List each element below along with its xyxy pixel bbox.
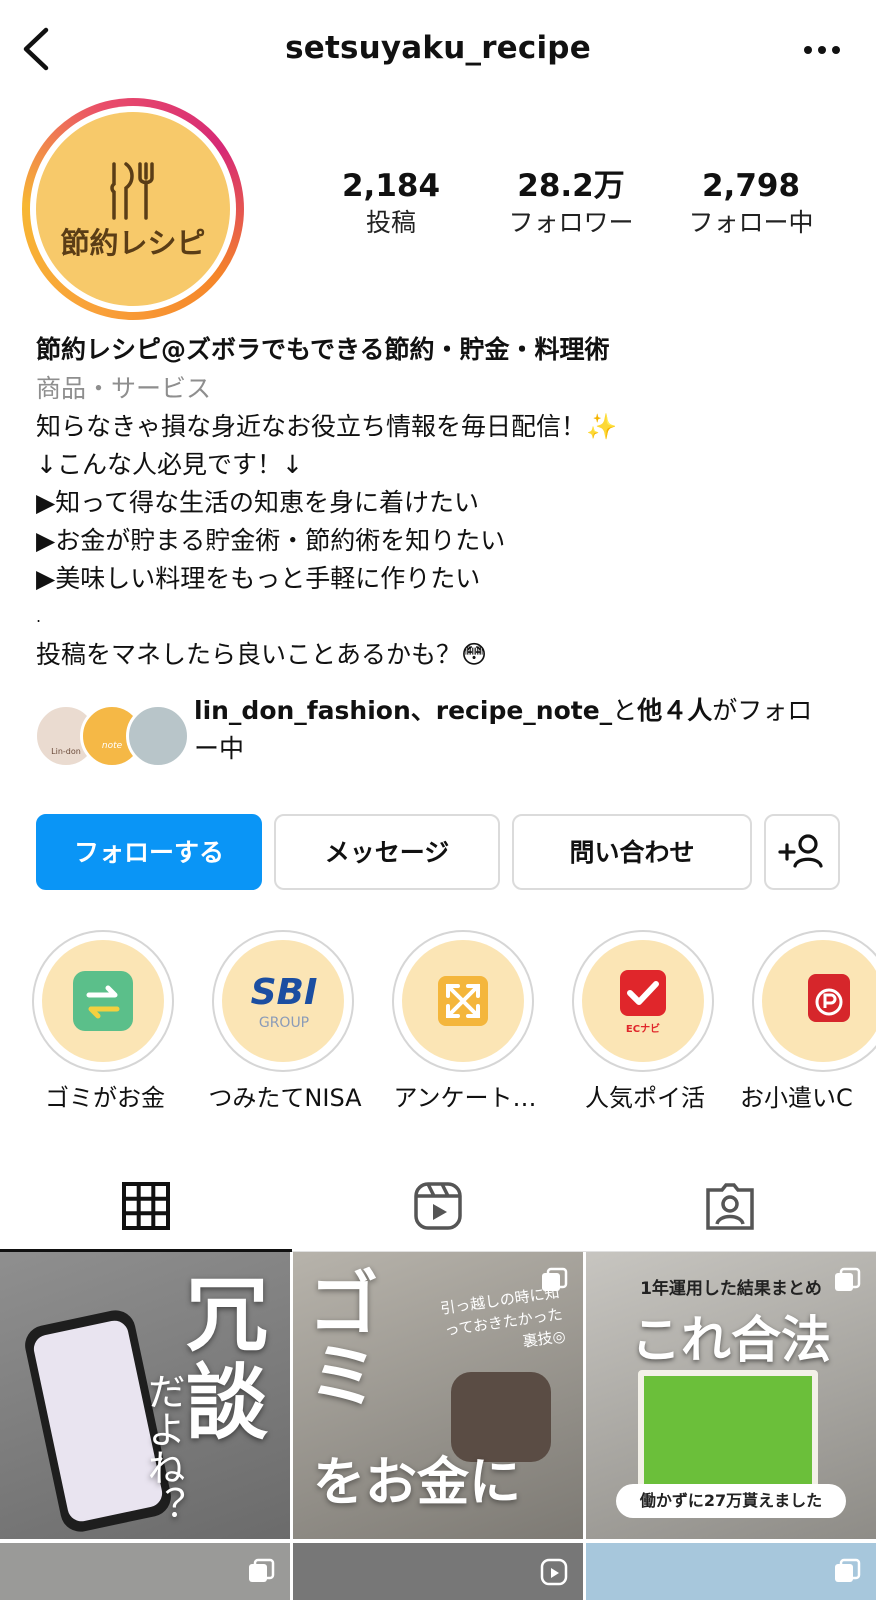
- shrink-arrows-icon: [438, 976, 488, 1026]
- highlight-label: お小遣いC: [740, 1084, 853, 1112]
- highlight-label: ゴミがお金: [45, 1084, 165, 1112]
- post-thumbnail[interactable]: ゴミ 引っ越しの時に知っておきたかった裏技◎ をお金に: [293, 1252, 583, 1539]
- post-thumbnail[interactable]: 冗談 だよね？: [0, 1252, 290, 1539]
- follow-button[interactable]: フォローする: [36, 814, 262, 890]
- highlight-label: 人気ポイ活: [585, 1084, 705, 1112]
- posts-count[interactable]: 2,184 投稿: [306, 166, 476, 240]
- carousel-icon: [835, 1267, 861, 1291]
- exchange-icon: [73, 971, 133, 1031]
- bio-line: .: [36, 607, 42, 626]
- avatar-label: 節約レシピ: [60, 226, 206, 260]
- profile-username: setsuyaku_recipe: [285, 30, 591, 66]
- profile-tabs: [0, 1160, 876, 1252]
- followed-by-names: lin_don_fashion、recipe_note_: [194, 696, 613, 725]
- post-thumbnail[interactable]: [293, 1543, 583, 1600]
- bio-line: ▶知って得な生活の知恵を身に着けたい: [36, 488, 479, 517]
- post-grid: 冗談 だよね？ ゴミ 引っ越しの時に知っておきたかった裏技◎ をお金に 1年運用…: [0, 1252, 876, 1600]
- grid-icon: [122, 1182, 170, 1230]
- stat-label: フォロー中: [688, 208, 814, 237]
- certificate-image: [638, 1370, 818, 1494]
- post-headline: ゴミ: [295, 1266, 379, 1410]
- highlight-label: アンケート…: [393, 1084, 537, 1112]
- add-person-icon: [778, 834, 823, 868]
- post-headline: 冗談: [186, 1268, 269, 1451]
- bio-line: ▶お金が貯まる貯金術・節約術を知りたい: [36, 526, 506, 555]
- following-count[interactable]: 2,798 フォロー中: [666, 166, 836, 240]
- follower-avatar: [126, 704, 190, 768]
- ecnavi-label: ECナビ: [625, 1024, 661, 1035]
- bio-line: 知らなきゃ損な身近なお役立ち情報を毎日配信！✨: [36, 412, 618, 441]
- followed-by-text: lin_don_fashion、recipe_note_と他４人がフォロー中: [194, 692, 834, 768]
- stat-value: 2,184: [341, 168, 441, 204]
- carousel-icon: [249, 1558, 275, 1582]
- message-button[interactable]: メッセージ: [274, 814, 500, 890]
- bio-line: 投稿をマネしたら良いことあるかも？😳: [36, 640, 488, 669]
- reels-icon: [414, 1182, 462, 1230]
- top-bar: setsuyaku_recipe: [0, 0, 876, 100]
- stat-value: 28.2万: [517, 168, 625, 204]
- utensils-icon: [110, 162, 154, 220]
- carousel-icon: [835, 1558, 861, 1582]
- tab-tagged[interactable]: [584, 1160, 876, 1252]
- post-thumbnail[interactable]: 1年運用した結果まとめ これ合法 働かずに27万貰えました: [586, 1252, 876, 1539]
- reel-badge-icon: [540, 1558, 568, 1586]
- checkmark-icon: [620, 970, 666, 1016]
- post-headline: これ合法: [631, 1311, 831, 1369]
- stat-label: フォロワー: [508, 208, 634, 237]
- points-p-icon: [808, 974, 850, 1022]
- followed-by-connector: と: [612, 696, 638, 725]
- bio-line: ↓こんな人必見です！↓: [36, 450, 303, 479]
- tab-posts-grid[interactable]: [0, 1160, 292, 1252]
- more-options-icon[interactable]: [802, 38, 842, 62]
- profile-avatar[interactable]: 節約レシピ: [22, 98, 244, 320]
- followers-count[interactable]: 28.2万 フォロワー: [486, 166, 656, 240]
- sbi-logo-text: SBI: [250, 972, 318, 1013]
- bio-display-name: 節約レシピ@ズボラでもできる節約・貯金・料理術: [36, 335, 610, 364]
- bio-category: 商品・サービス: [36, 374, 212, 403]
- highlight-label: つみたてNISA: [208, 1084, 362, 1112]
- profile-bio: 節約レシピ@ズボラでもできる節約・貯金・料理術 商品・サービス 知らなきゃ損な身…: [36, 330, 856, 674]
- bio-line: ▶美味しい料理をもっと手軽に作りたい: [36, 564, 481, 593]
- post-thumbnail[interactable]: [586, 1543, 876, 1600]
- followed-by-row[interactable]: Lin-don note lin_don_fashion、recipe_note…: [34, 692, 854, 772]
- tab-reels[interactable]: [292, 1160, 584, 1252]
- sbi-logo-subtext: GROUP: [258, 1015, 310, 1031]
- post-bottom-text: 働かずに27万貰えました: [616, 1484, 846, 1518]
- followed-by-others: 他４人: [637, 696, 713, 725]
- tagged-icon: [706, 1183, 754, 1230]
- carousel-icon: [542, 1267, 568, 1291]
- contact-button[interactable]: 問い合わせ: [512, 814, 752, 890]
- post-subtext: だよね？: [141, 1372, 185, 1524]
- post-bottom-text: をお金に: [313, 1453, 522, 1513]
- stat-label: 投稿: [365, 208, 416, 237]
- sbi-group-logo: SBI GROUP: [236, 971, 332, 1031]
- suggest-users-button[interactable]: [764, 814, 840, 890]
- stat-value: 2,798: [701, 168, 801, 204]
- post-thumbnail[interactable]: [0, 1543, 290, 1600]
